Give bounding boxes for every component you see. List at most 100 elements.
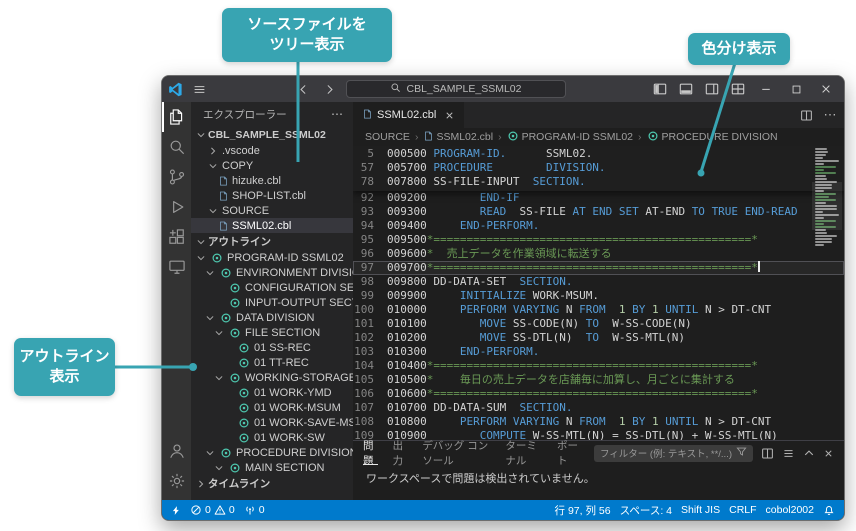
panel-split-icon[interactable] [761, 447, 774, 460]
line-number[interactable]: 109 [353, 429, 387, 440]
cursor-position[interactable]: 行 97, 列 56 [555, 503, 611, 518]
line-number[interactable]: 98 [353, 275, 387, 289]
code-line[interactable]: 94009400 END-PERFORM. [353, 219, 844, 233]
code-line[interactable]: 106010600*==============================… [353, 387, 844, 401]
eol-setting[interactable]: CRLF [729, 504, 756, 516]
outline-item[interactable]: INPUT-OUTPUT SECTION [191, 295, 353, 310]
outline-item[interactable]: PROCEDURE DIVISION [191, 445, 353, 460]
toggle-sidebar-icon[interactable] [650, 79, 670, 99]
outline-item[interactable]: 01 WORK-MSUM [191, 400, 353, 415]
problems-status[interactable]: 0 0 [190, 504, 235, 516]
outline-item[interactable]: WORKING-STORAGE SEC... [191, 370, 353, 385]
problems-filter-input[interactable]: フィルター (例: テキスト, **/...) [594, 445, 753, 462]
panel-tab[interactable]: ターミナル [505, 441, 542, 465]
remote-indicator[interactable] [171, 504, 181, 517]
code-line[interactable]: 95009500*===============================… [353, 233, 844, 247]
outline-item[interactable]: FILE SECTION [191, 325, 353, 340]
ports-status[interactable]: 0 [244, 504, 265, 516]
code-line[interactable]: 93009300 READ SS-FILE AT END SET AT-END … [353, 205, 844, 219]
line-number[interactable]: 105 [353, 373, 387, 387]
explorer-root-folder[interactable]: CBL_SAMPLE_SSML02 [191, 126, 353, 143]
code-line[interactable]: 5000500 PROGRAM-ID. SSML02. [353, 147, 844, 161]
line-number[interactable]: 57 [353, 161, 387, 175]
line-number[interactable]: 94 [353, 219, 387, 233]
timeline-section-header[interactable]: タイムライン [191, 475, 353, 492]
close-button[interactable] [814, 77, 838, 101]
outline-item[interactable]: CONFIGURATION SECTION [191, 280, 353, 295]
line-number[interactable]: 102 [353, 331, 387, 345]
command-center-search[interactable]: CBL_SAMPLE_SSML02 [346, 80, 566, 98]
remote-icon[interactable] [162, 252, 191, 282]
panel-tab[interactable]: 問題 [363, 441, 378, 465]
language-mode[interactable]: cobol2002 [766, 504, 814, 516]
code-editor[interactable]: 5000500 PROGRAM-ID. SSML02.57005700 PROC… [353, 146, 844, 440]
customize-layout-icon[interactable] [728, 79, 748, 99]
extensions-icon[interactable] [162, 222, 191, 252]
panel-maximize-icon[interactable] [803, 447, 815, 459]
toggle-secondary-sidebar-icon[interactable] [702, 79, 722, 99]
line-number[interactable]: 97 [353, 261, 387, 275]
panel-view-icon[interactable] [782, 447, 795, 460]
line-number[interactable]: 99 [353, 289, 387, 303]
line-number[interactable]: 108 [353, 415, 387, 429]
line-number[interactable]: 92 [353, 191, 387, 205]
outline-item[interactable]: MAIN SECTION [191, 460, 353, 475]
outline-item[interactable]: PROGRAM-ID SSML02 [191, 250, 353, 265]
encoding-setting[interactable]: Shift JIS [681, 504, 720, 516]
maximize-button[interactable] [784, 77, 808, 101]
minimap[interactable] [812, 148, 842, 247]
code-line[interactable]: 78007800 SS-FILE-INPUT SECTION. [353, 175, 844, 189]
code-line[interactable]: 98009800 DD-DATA-SET SECTION. [353, 275, 844, 289]
code-line[interactable]: 102010200 MOVE SS-DTL(N) TO W-SS-MTL(N) [353, 331, 844, 345]
tab-ssml02[interactable]: SSML02.cbl [353, 102, 464, 128]
notifications-bell[interactable] [823, 504, 835, 516]
outline-item[interactable]: 01 WORK-SAVE-MSUM [191, 415, 353, 430]
explorer-file[interactable]: SSML02.cbl [191, 218, 353, 233]
line-number[interactable]: 78 [353, 175, 387, 189]
line-number[interactable]: 96 [353, 247, 387, 261]
minimize-button[interactable] [754, 77, 778, 101]
explorer-folder[interactable]: .vscode [191, 143, 353, 158]
code-line[interactable]: 57005700 PROCEDURE DIVISION. [353, 161, 844, 175]
line-number[interactable]: 101 [353, 317, 387, 331]
line-number[interactable]: 107 [353, 401, 387, 415]
code-line[interactable]: 108010800 PERFORM VARYING N FROM 1 BY 1 … [353, 415, 844, 429]
line-number[interactable]: 100 [353, 303, 387, 317]
close-tab-icon[interactable] [444, 110, 455, 121]
code-line[interactable]: 104010400*==============================… [353, 359, 844, 373]
source-control-icon[interactable] [162, 162, 191, 192]
breadcrumb-item[interactable]: PROGRAM-ID SSML02 [507, 130, 633, 145]
explorer-icon[interactable] [162, 102, 191, 132]
indent-setting[interactable]: スペース: 4 [620, 503, 672, 518]
code-line[interactable]: 100010000 PERFORM VARYING N FROM 1 BY 1 … [353, 303, 844, 317]
settings-icon[interactable] [162, 466, 191, 496]
code-line[interactable]: 103010300 END-PERFORM. [353, 345, 844, 359]
minimap-slider[interactable] [812, 182, 842, 230]
toggle-panel-icon[interactable] [676, 79, 696, 99]
code-line[interactable]: 92009200 END-IF [353, 191, 844, 205]
outline-item[interactable]: DATA DIVISION [191, 310, 353, 325]
line-number[interactable]: 104 [353, 359, 387, 373]
nav-back-icon[interactable] [294, 79, 314, 99]
editor-more-icon[interactable]: ⋯ [820, 105, 840, 125]
code-line[interactable]: 105010500* 毎日の売上データを店舗毎に加算し、月ごとに集計する [353, 373, 844, 387]
account-icon[interactable] [162, 436, 191, 466]
run-debug-icon[interactable] [162, 192, 191, 222]
outline-item[interactable]: 01 TT-REC [191, 355, 353, 370]
breadcrumb-item[interactable]: SSML02.cbl [423, 130, 493, 145]
menu-icon[interactable] [189, 79, 209, 99]
outline-item[interactable]: 01 SS-REC [191, 340, 353, 355]
explorer-folder[interactable]: COPY [191, 158, 353, 173]
panel-close-icon[interactable] [823, 448, 834, 459]
split-editor-icon[interactable] [796, 105, 816, 125]
line-number[interactable]: 103 [353, 345, 387, 359]
code-line[interactable]: 96009600* 売上データを作業領域に転送する [353, 247, 844, 261]
panel-tab[interactable]: 出力 [393, 441, 408, 465]
code-line[interactable]: 107010700 DD-DATA-SUM SECTION. [353, 401, 844, 415]
panel-tab[interactable]: デバッグ コンソール [422, 441, 490, 465]
explorer-file[interactable]: hizuke.cbl [191, 173, 353, 188]
more-actions-icon[interactable]: ⋯ [331, 107, 343, 121]
explorer-folder[interactable]: SOURCE [191, 203, 353, 218]
line-number[interactable]: 5 [353, 147, 387, 161]
search-icon[interactable] [162, 132, 191, 162]
